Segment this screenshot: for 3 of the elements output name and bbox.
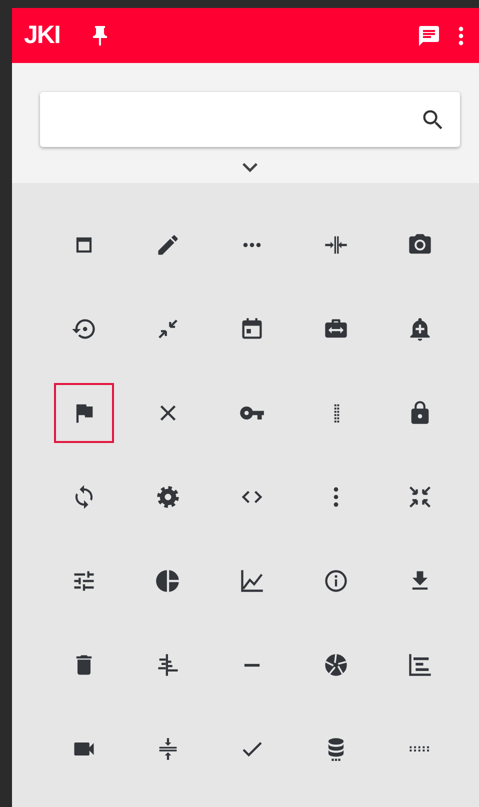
flag-icon[interactable] bbox=[54, 383, 114, 443]
search-field[interactable] bbox=[40, 92, 460, 147]
logo: JKI bbox=[24, 23, 60, 48]
